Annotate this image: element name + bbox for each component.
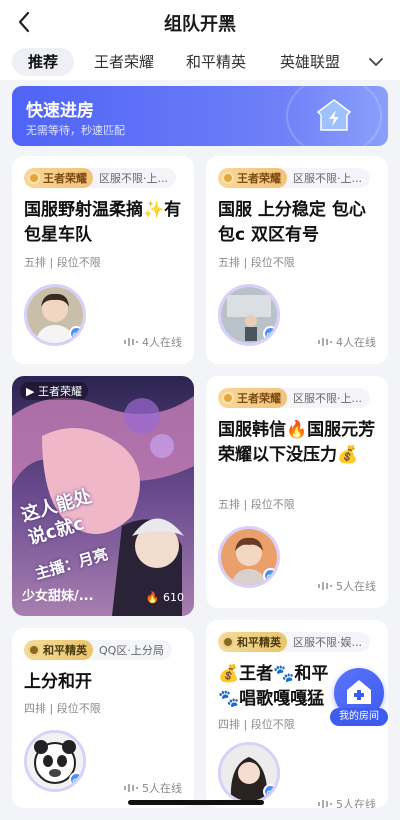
male-icon: ♂ (263, 568, 277, 583)
game-badge: 王者荣耀 (218, 388, 287, 408)
male-icon: ♂ (69, 326, 83, 341)
game-badge: 王者荣耀 (218, 168, 287, 188)
house-lightning-icon (316, 99, 352, 131)
avatar[interactable]: ♂ (218, 526, 280, 588)
room-meta: 四排 | 段位不限 (24, 702, 101, 715)
page-title: 组队开黑 (164, 14, 236, 35)
room-meta: 五排 | 段位不限 (218, 256, 295, 269)
room-meta: 五排 | 段位不限 (218, 498, 295, 511)
game-coin-icon (222, 636, 234, 648)
sound-wave-icon (124, 338, 138, 346)
home-indicator (128, 800, 264, 805)
game-coin-icon (28, 172, 40, 184)
sound-wave-icon (318, 582, 332, 590)
avatar[interactable]: ♂ (218, 742, 280, 804)
male-icon: ♂ (263, 326, 277, 341)
room-title: 国服野射温柔摘✨有包星车队 (24, 200, 182, 245)
region-label: 区服不限·上... (293, 172, 362, 185)
avatar[interactable]: ♂ (24, 730, 86, 792)
online-count: 5人在线 (318, 796, 376, 808)
top-bar: 组队开黑 (0, 0, 400, 44)
room-meta: 四排 | 段位不限 (218, 718, 295, 731)
room-card[interactable]: 王者荣耀 区服不限·上... 国服韩信🔥国服元芳 荣耀以下没压力💰 五排 | 段… (206, 376, 388, 608)
avatar[interactable]: ♂ (24, 284, 86, 346)
game-region-row: 和平精英 区服不限·娱... (218, 632, 370, 652)
game-badge: 和平精英 (24, 640, 93, 660)
sound-wave-icon (318, 800, 332, 808)
room-title: 上分和开 (24, 672, 92, 692)
sound-wave-icon (318, 338, 332, 346)
online-count: 4人在线 (124, 334, 182, 350)
tab-recommend[interactable]: 推荐 (12, 48, 74, 76)
room-card[interactable]: 王者荣耀 区服不限·上... 国服野射温柔摘✨有包星车队 五排 | 段位不限 ♂… (12, 156, 194, 364)
room-card[interactable]: 王者荣耀 区服不限·上... 国服 上分稳定 包心包c 双区有号 五排 | 段位… (206, 156, 388, 364)
game-region-row: 王者荣耀 区服不限·上... (218, 388, 370, 408)
online-count: 4人在线 (318, 334, 376, 350)
region-label: 区服不限·上... (99, 172, 168, 185)
game-region-row: 王者荣耀 区服不限·上... (218, 168, 370, 188)
game-coin-icon (222, 392, 234, 404)
game-region-row: 王者荣耀 区服不限·上... (24, 168, 176, 188)
online-count: 5人在线 (318, 578, 376, 594)
game-badge: 和平精英 (218, 632, 287, 652)
featured-caption: 少女甜妹/... (22, 589, 94, 604)
room-title: 💰王者🐾和平🐾唱歌嘎嘎猛 (218, 664, 329, 709)
room-title: 国服韩信🔥国服元芳 荣耀以下没压力💰 (218, 420, 376, 465)
game-badge: 王者荣耀 (24, 168, 93, 188)
region-label: 区服不限·上... (293, 392, 362, 405)
room-meta: 五排 | 段位不限 (24, 256, 101, 269)
tab-honor-of-kings[interactable]: 王者荣耀 (94, 48, 154, 76)
quick-match-subtitle: 无需等待，秒速匹配 (26, 124, 125, 137)
quick-match-title: 快速进房 (26, 101, 94, 121)
game-tabs: 推荐 王者荣耀 和平精英 英雄联盟 (0, 44, 400, 80)
featured-live-card[interactable]: ▶ 王者荣耀 这人能处 说c就c 主播：月亮 少女甜妹/... 🔥 610 (12, 376, 194, 616)
room-title: 国服 上分稳定 包心包c 双区有号 (218, 200, 366, 245)
game-region-row: 和平精英 QQ区·上分局 (24, 640, 172, 660)
online-count: 5人在线 (124, 780, 182, 796)
like-count: 🔥 610 (145, 591, 184, 604)
tab-league-of-legends[interactable]: 英雄联盟 (280, 48, 340, 76)
my-room-label: 我的房间 (330, 708, 388, 726)
game-coin-icon (28, 644, 40, 656)
male-icon: ♂ (263, 784, 277, 799)
region-label: QQ区·上分局 (99, 644, 164, 657)
male-icon: ♂ (69, 772, 83, 787)
game-tag: ▶ 王者荣耀 (20, 382, 88, 400)
sound-wave-icon (124, 784, 138, 792)
tab-peace-elite[interactable]: 和平精英 (186, 48, 246, 76)
avatar[interactable]: ♂ (218, 284, 280, 346)
game-coin-icon (222, 172, 234, 184)
room-card[interactable]: 和平精英 QQ区·上分局 上分和开 四排 | 段位不限 ♂ 5人在线 (12, 628, 194, 808)
region-label: 区服不限·娱... (293, 636, 362, 649)
chevron-down-icon[interactable] (366, 52, 386, 72)
my-room-button[interactable]: 我的房间 (328, 668, 392, 734)
quick-match-banner[interactable]: 快速进房 无需等待，秒速匹配 (12, 86, 388, 146)
